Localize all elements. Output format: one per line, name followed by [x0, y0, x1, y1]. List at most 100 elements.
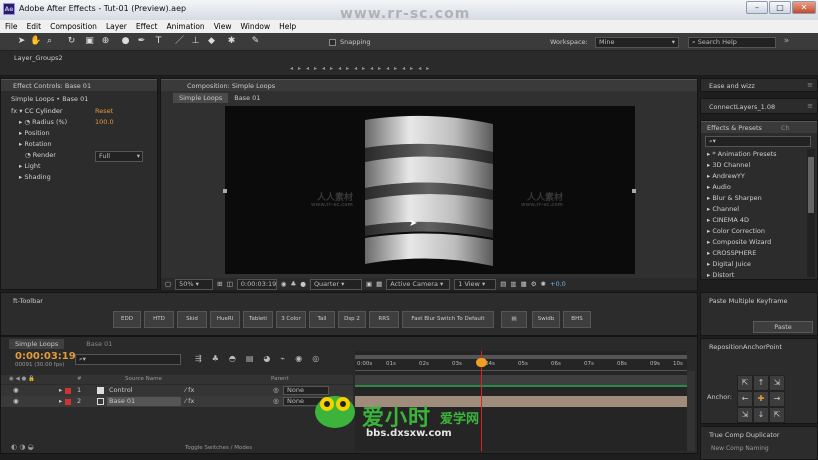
ft-button[interactable]: RRS [369, 311, 399, 328]
views-dropdown[interactable]: 1 View ▾ [454, 278, 497, 290]
ft-button-icon[interactable]: ▤ [501, 311, 527, 328]
pan-behind-tool-icon[interactable]: ⊕ [100, 36, 111, 47]
char-tab[interactable]: Ch [781, 124, 790, 132]
prop-shading[interactable]: ▸ Shading [15, 172, 51, 183]
motion-blur-icon[interactable]: ◕ [263, 354, 270, 363]
flowchart-icon[interactable]: ⚙ [531, 280, 537, 288]
list-item[interactable]: ▸ 3D Channel [703, 160, 807, 171]
menu-window[interactable]: Window [236, 20, 275, 31]
layer-handle-left[interactable] [223, 189, 227, 193]
paste-keyframe-tab[interactable]: Paste Multiple Keyframe [705, 295, 788, 307]
resolution-dropdown[interactable]: Quarter ▾ [309, 278, 362, 290]
list-item[interactable]: ▸ Composite Wizard [703, 237, 807, 248]
pen-tool-icon[interactable]: ✒ [136, 36, 147, 47]
toggle-switches-modes[interactable]: Toggle Switches / Modes [185, 445, 252, 451]
fx-icon[interactable]: fx ▾ [11, 107, 25, 115]
anchor-right-icon[interactable]: → [769, 391, 785, 407]
mask-view-icon[interactable]: ◫ [227, 280, 233, 288]
comp-viewer[interactable]: 人人素材 www.rr-sc.com 人人素材 www.rr-sc.com ➤ [225, 106, 635, 274]
menu-edit[interactable]: Edit [22, 20, 46, 31]
panel-menu-icon[interactable]: ≡ [807, 81, 813, 89]
layer-name[interactable]: Base 01 [107, 397, 181, 406]
transparency-grid-icon[interactable]: ▦ [376, 280, 382, 288]
menu-effect[interactable]: Effect [131, 20, 162, 31]
minimize-button[interactable]: – [746, 1, 768, 14]
menu-layer[interactable]: Layer [101, 20, 131, 31]
comp-crumb-simple-loops[interactable]: Simple Loops [173, 93, 229, 103]
reset-link[interactable]: Reset [95, 106, 113, 117]
effects-presets-tab[interactable]: Effects & Presets [703, 122, 762, 134]
render-dropdown[interactable]: Full ▾ [95, 151, 143, 162]
list-item[interactable]: ▸ CINEMA 4D [703, 215, 807, 226]
graph-editor-icon[interactable]: ⌁ [280, 354, 285, 363]
stopwatch-icon[interactable]: ◔ [24, 118, 30, 126]
hand-tool-icon[interactable]: ✋ [30, 36, 41, 47]
parent-pickwhip-icon[interactable]: ◎ [273, 396, 279, 407]
label-color-icon[interactable] [65, 399, 71, 405]
comp-mini-flowchart-icon[interactable]: ⇶ [195, 354, 202, 363]
timeline-timecode[interactable]: 0:00:03:19 [15, 351, 76, 362]
anchor-bottom-left-icon[interactable]: ⇲ [737, 407, 753, 423]
table-row[interactable]: ◉ ▸ 1 Control ⁄ fx ◎ None [1, 385, 353, 396]
layer-groups-tab[interactable]: Layer_Groups2 [10, 52, 80, 64]
anchor-top-left-icon[interactable]: ⇱ [737, 375, 753, 391]
menu-animation[interactable]: Animation [161, 20, 208, 31]
menu-help[interactable]: Help [274, 20, 300, 31]
exposure-value[interactable]: +0.0 [550, 280, 566, 288]
workspace-dropdown[interactable]: Mine ▾ [595, 37, 679, 48]
comp-crumb-base01[interactable]: Base 01 [228, 93, 266, 103]
prop-rotation[interactable]: ▸ Rotation [15, 139, 52, 150]
ft-button[interactable]: 3 Color [276, 311, 306, 328]
layer-switches[interactable]: ⁄ fx [185, 385, 194, 396]
fx-row-cc-cylinder[interactable]: fx ▾ CC Cylinder Reset [7, 106, 153, 117]
layer-switches[interactable]: ⁄ fx [185, 396, 194, 407]
expand-icon[interactable]: ▸ [59, 396, 62, 407]
connect-layers-tab[interactable]: ConnectLayers_1.08 [705, 101, 775, 113]
ft-button[interactable]: EDD [113, 311, 141, 328]
playhead-icon[interactable] [476, 358, 487, 367]
camera-tool-icon[interactable]: ▣ [84, 36, 95, 47]
clone-tool-icon[interactable]: ⊥ [190, 36, 201, 47]
brush-tool-icon[interactable]: ／ [174, 36, 185, 47]
ft-button[interactable]: HTD [144, 311, 174, 328]
ease-wizz-tab[interactable]: Ease and wizz [705, 80, 755, 92]
radius-value[interactable]: 100.0 [95, 117, 114, 128]
prop-radius[interactable]: ▸ ◔ Radius (%) 100.0 [15, 117, 155, 128]
effects-scrollbar[interactable] [807, 149, 815, 277]
true-comp-tab[interactable]: True Comp Duplicator [705, 429, 780, 441]
roto-tool-icon[interactable]: ✎ [250, 36, 261, 47]
rotate-tool-icon[interactable]: ↻ [66, 36, 77, 47]
channel-icon[interactable]: ● [300, 280, 306, 288]
eye-icon[interactable]: ◉ [13, 385, 19, 396]
list-item[interactable]: ▸ Channel [703, 204, 807, 215]
stopwatch-icon[interactable]: ◔ [25, 151, 31, 159]
viewer-timecode[interactable]: 0:00:03:19 [236, 278, 277, 290]
anchor-top-icon[interactable]: ↑ [753, 375, 769, 391]
ft-button[interactable]: Fast Blur Switch To Default [402, 311, 494, 328]
shy-icon[interactable]: ◓ [229, 354, 236, 363]
list-item[interactable]: ▸ CROSSPHERE [703, 248, 807, 259]
close-button[interactable]: ✕ [792, 1, 816, 14]
fast-preview-icon[interactable]: ▥ [510, 280, 516, 288]
list-item[interactable]: ▸ AndrewYY [703, 171, 807, 182]
roi-icon[interactable]: ▣ [366, 280, 372, 288]
reset-exposure-icon[interactable]: ✺ [541, 280, 546, 288]
list-item[interactable]: ▸ Digital Juice [703, 259, 807, 270]
composition-tab[interactable]: Composition: Simple Loops [183, 80, 275, 92]
maximize-button[interactable]: □ [769, 1, 791, 14]
search-go-icon[interactable]: » [781, 36, 792, 47]
zoom-dropdown[interactable]: 50% ▾ [175, 278, 214, 290]
ft-button[interactable]: Skid [177, 311, 207, 328]
puppet-tool-icon[interactable]: ✱ [226, 36, 237, 47]
ft-button[interactable]: Tall [309, 311, 335, 328]
anchor-bottom-right-icon[interactable]: ⇱ [769, 407, 785, 423]
timeline-icon[interactable]: ▦ [521, 280, 527, 288]
snapshot-icon[interactable]: ◉ [281, 280, 287, 288]
always-preview-icon[interactable]: ▢ [165, 280, 171, 288]
eye-icon[interactable]: ◉ [13, 396, 19, 407]
parent-pickwhip-icon[interactable]: ◎ [273, 385, 279, 396]
type-tool-icon[interactable]: T [153, 36, 164, 47]
anchor-left-icon[interactable]: ← [737, 391, 753, 407]
search-help-input[interactable]: ⌕ Search Help [688, 37, 776, 48]
track-control[interactable] [355, 375, 687, 385]
